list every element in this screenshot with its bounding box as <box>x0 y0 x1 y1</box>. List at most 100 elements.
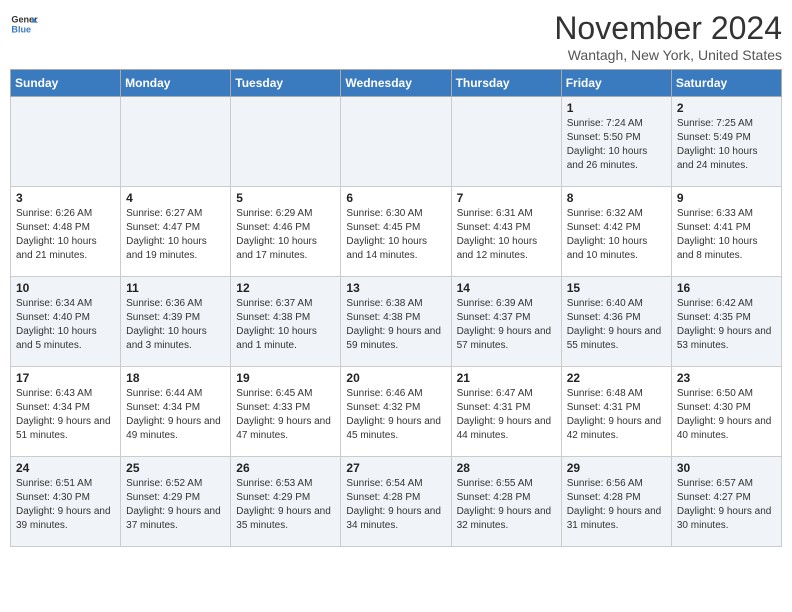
day-info: Sunrise: 6:40 AM Sunset: 4:36 PM Dayligh… <box>567 297 666 353</box>
day-number: 14 <box>457 281 556 295</box>
day-number: 23 <box>677 371 776 385</box>
day-info: Sunrise: 6:46 AM Sunset: 4:32 PM Dayligh… <box>346 387 445 443</box>
day-info: Sunrise: 6:51 AM Sunset: 4:30 PM Dayligh… <box>16 477 115 533</box>
day-info: Sunrise: 6:29 AM Sunset: 4:46 PM Dayligh… <box>236 207 335 263</box>
day-number: 19 <box>236 371 335 385</box>
calendar-cell: 9 Sunrise: 6:33 AM Sunset: 4:41 PM Daylig… <box>671 187 781 277</box>
day-info: Sunrise: 6:50 AM Sunset: 4:30 PM Dayligh… <box>677 387 776 443</box>
day-number: 5 <box>236 191 335 205</box>
day-info: Sunrise: 6:27 AM Sunset: 4:47 PM Dayligh… <box>126 207 225 263</box>
day-number: 9 <box>677 191 776 205</box>
day-number: 7 <box>457 191 556 205</box>
calendar-cell: 21 Sunrise: 6:47 AM Sunset: 4:31 PM Dayli… <box>451 367 561 457</box>
calendar-cell: 29 Sunrise: 6:56 AM Sunset: 4:28 PM Dayli… <box>561 457 671 547</box>
calendar-week-row: 3 Sunrise: 6:26 AM Sunset: 4:48 PM Daylig… <box>11 187 782 277</box>
day-info: Sunrise: 6:32 AM Sunset: 4:42 PM Dayligh… <box>567 207 666 263</box>
day-number: 30 <box>677 461 776 475</box>
calendar-table: SundayMondayTuesdayWednesdayThursdayFrid… <box>10 69 782 547</box>
day-of-week-header: Saturday <box>671 70 781 97</box>
calendar-cell: 1 Sunrise: 7:24 AM Sunset: 5:50 PM Daylig… <box>561 97 671 187</box>
day-info: Sunrise: 6:30 AM Sunset: 4:45 PM Dayligh… <box>346 207 445 263</box>
day-number: 15 <box>567 281 666 295</box>
day-number: 28 <box>457 461 556 475</box>
calendar-week-row: 17 Sunrise: 6:43 AM Sunset: 4:34 PM Dayli… <box>11 367 782 457</box>
calendar-cell: 15 Sunrise: 6:40 AM Sunset: 4:36 PM Dayli… <box>561 277 671 367</box>
calendar-cell <box>341 97 451 187</box>
day-number: 1 <box>567 101 666 115</box>
calendar-cell: 28 Sunrise: 6:55 AM Sunset: 4:28 PM Dayli… <box>451 457 561 547</box>
day-number: 4 <box>126 191 225 205</box>
day-of-week-header: Wednesday <box>341 70 451 97</box>
svg-text:Blue: Blue <box>11 24 31 34</box>
calendar-cell: 18Sunrise: 6:44 AM Sunset: 4:34 PM Dayli… <box>121 367 231 457</box>
calendar-cell: 22 Sunrise: 6:48 AM Sunset: 4:31 PM Dayli… <box>561 367 671 457</box>
day-info: Sunrise: 7:24 AM Sunset: 5:50 PM Dayligh… <box>567 117 666 173</box>
day-info: Sunrise: 6:33 AM Sunset: 4:41 PM Dayligh… <box>677 207 776 263</box>
calendar-cell: 2Sunrise: 7:25 AM Sunset: 5:49 PM Daylig… <box>671 97 781 187</box>
calendar-week-row: 1 Sunrise: 7:24 AM Sunset: 5:50 PM Daylig… <box>11 97 782 187</box>
day-of-week-header: Friday <box>561 70 671 97</box>
day-number: 21 <box>457 371 556 385</box>
calendar-cell: 7 Sunrise: 6:31 AM Sunset: 4:43 PM Daylig… <box>451 187 561 277</box>
calendar-header-row: SundayMondayTuesdayWednesdayThursdayFrid… <box>11 70 782 97</box>
day-info: Sunrise: 6:47 AM Sunset: 4:31 PM Dayligh… <box>457 387 556 443</box>
calendar-cell <box>231 97 341 187</box>
day-info: Sunrise: 6:55 AM Sunset: 4:28 PM Dayligh… <box>457 477 556 533</box>
day-number: 17 <box>16 371 115 385</box>
day-info: Sunrise: 6:42 AM Sunset: 4:35 PM Dayligh… <box>677 297 776 353</box>
day-number: 26 <box>236 461 335 475</box>
day-number: 22 <box>567 371 666 385</box>
day-info: Sunrise: 6:31 AM Sunset: 4:43 PM Dayligh… <box>457 207 556 263</box>
day-number: 29 <box>567 461 666 475</box>
calendar-cell: 4 Sunrise: 6:27 AM Sunset: 4:47 PM Daylig… <box>121 187 231 277</box>
day-info: Sunrise: 6:37 AM Sunset: 4:38 PM Dayligh… <box>236 297 335 353</box>
calendar-cell: 27Sunrise: 6:54 AM Sunset: 4:28 PM Dayli… <box>341 457 451 547</box>
day-info: Sunrise: 6:45 AM Sunset: 4:33 PM Dayligh… <box>236 387 335 443</box>
location: Wantagh, New York, United States <box>554 47 782 63</box>
calendar-cell: 10 Sunrise: 6:34 AM Sunset: 4:40 PM Dayli… <box>11 277 121 367</box>
day-info: Sunrise: 6:48 AM Sunset: 4:31 PM Dayligh… <box>567 387 666 443</box>
calendar-cell: 13 Sunrise: 6:38 AM Sunset: 4:38 PM Dayli… <box>341 277 451 367</box>
day-number: 24 <box>16 461 115 475</box>
day-number: 8 <box>567 191 666 205</box>
day-info: Sunrise: 6:54 AM Sunset: 4:28 PM Dayligh… <box>346 477 445 533</box>
day-info: Sunrise: 6:26 AM Sunset: 4:48 PM Dayligh… <box>16 207 115 263</box>
day-of-week-header: Tuesday <box>231 70 341 97</box>
calendar-cell: 26Sunrise: 6:53 AM Sunset: 4:29 PM Dayli… <box>231 457 341 547</box>
day-number: 11 <box>126 281 225 295</box>
calendar-cell: 25Sunrise: 6:52 AM Sunset: 4:29 PM Dayli… <box>121 457 231 547</box>
day-number: 18 <box>126 371 225 385</box>
day-info: Sunrise: 6:57 AM Sunset: 4:27 PM Dayligh… <box>677 477 776 533</box>
day-number: 13 <box>346 281 445 295</box>
title-block: November 2024 Wantagh, New York, United … <box>554 10 782 63</box>
calendar-cell: 14Sunrise: 6:39 AM Sunset: 4:37 PM Dayli… <box>451 277 561 367</box>
day-number: 16 <box>677 281 776 295</box>
logo: General Blue <box>10 10 38 38</box>
day-info: Sunrise: 6:36 AM Sunset: 4:39 PM Dayligh… <box>126 297 225 353</box>
day-of-week-header: Sunday <box>11 70 121 97</box>
day-number: 20 <box>346 371 445 385</box>
day-info: Sunrise: 6:34 AM Sunset: 4:40 PM Dayligh… <box>16 297 115 353</box>
calendar-cell: 3 Sunrise: 6:26 AM Sunset: 4:48 PM Daylig… <box>11 187 121 277</box>
calendar-cell: 12 Sunrise: 6:37 AM Sunset: 4:38 PM Dayli… <box>231 277 341 367</box>
day-of-week-header: Thursday <box>451 70 561 97</box>
day-number: 10 <box>16 281 115 295</box>
day-of-week-header: Monday <box>121 70 231 97</box>
calendar-cell: 23 Sunrise: 6:50 AM Sunset: 4:30 PM Dayli… <box>671 367 781 457</box>
day-number: 25 <box>126 461 225 475</box>
calendar-cell: 20 Sunrise: 6:46 AM Sunset: 4:32 PM Dayli… <box>341 367 451 457</box>
calendar-cell: 6 Sunrise: 6:30 AM Sunset: 4:45 PM Daylig… <box>341 187 451 277</box>
day-info: Sunrise: 6:38 AM Sunset: 4:38 PM Dayligh… <box>346 297 445 353</box>
day-number: 6 <box>346 191 445 205</box>
day-number: 3 <box>16 191 115 205</box>
calendar-cell: 19 Sunrise: 6:45 AM Sunset: 4:33 PM Dayli… <box>231 367 341 457</box>
calendar-cell: 16 Sunrise: 6:42 AM Sunset: 4:35 PM Dayli… <box>671 277 781 367</box>
calendar-week-row: 24 Sunrise: 6:51 AM Sunset: 4:30 PM Dayli… <box>11 457 782 547</box>
day-number: 12 <box>236 281 335 295</box>
calendar-cell: 11 Sunrise: 6:36 AM Sunset: 4:39 PM Dayli… <box>121 277 231 367</box>
day-info: Sunrise: 7:25 AM Sunset: 5:49 PM Dayligh… <box>677 117 776 173</box>
day-info: Sunrise: 6:56 AM Sunset: 4:28 PM Dayligh… <box>567 477 666 533</box>
calendar-cell: 24 Sunrise: 6:51 AM Sunset: 4:30 PM Dayli… <box>11 457 121 547</box>
calendar-cell: 30 Sunrise: 6:57 AM Sunset: 4:27 PM Dayli… <box>671 457 781 547</box>
day-info: Sunrise: 6:43 AM Sunset: 4:34 PM Dayligh… <box>16 387 115 443</box>
